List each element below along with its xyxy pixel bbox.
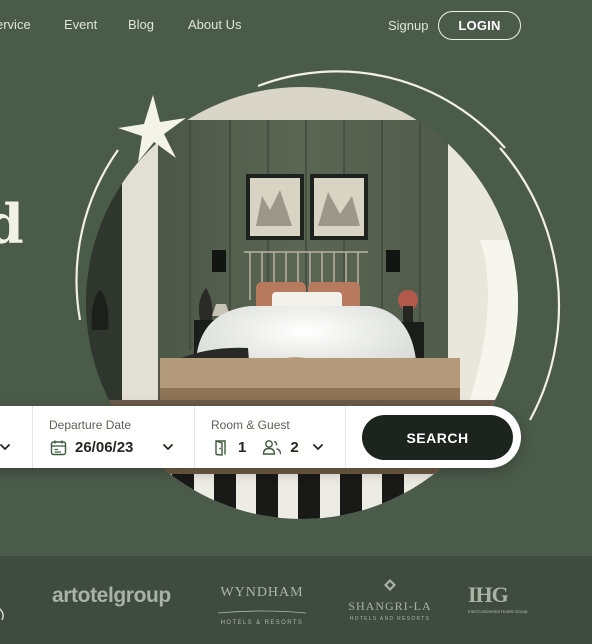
departure-date-value: 26/06/23	[75, 439, 134, 456]
field-divider	[32, 406, 33, 468]
wyndham-name: WYNDHAM	[220, 585, 304, 600]
hero-section: ervice Event Blog About Us Signup LOGIN …	[0, 0, 592, 556]
shangri-la-tagline: HOTELS AND RESORTS	[349, 616, 431, 622]
wyndham-swoosh-icon	[217, 610, 307, 614]
departure-date-label: Departure Date	[49, 418, 132, 432]
rooms-count: 1	[238, 439, 247, 456]
search-button[interactable]: SEARCH	[362, 415, 513, 460]
partner-logos: artotelgroup WYNDHAM HOTELS & RESORTS SH…	[0, 556, 592, 644]
room-guest-label: Room & Guest	[211, 418, 290, 432]
departure-date-field[interactable]: 26/06/23	[50, 439, 133, 456]
shangri-la-emblem-icon	[384, 579, 396, 591]
guests-count: 2	[290, 439, 299, 456]
ihg-tagline: InterContinental Hotels Group	[468, 609, 528, 614]
door-icon	[215, 440, 226, 456]
field-divider	[194, 406, 195, 468]
shangri-la-name: SHANGRI-LA	[348, 599, 432, 613]
room-guest-field[interactable]: 1 2	[214, 439, 299, 456]
chevron-down-icon[interactable]	[311, 440, 325, 454]
booking-search-bar: Departure Date 26/06/23 Room & Guest 1 2…	[0, 406, 521, 468]
chevron-down-icon[interactable]	[161, 440, 175, 454]
field-divider	[345, 406, 346, 468]
shangri-la-logo: SHANGRI-LA HOTELS AND RESORTS	[348, 578, 432, 622]
wyndham-logo: WYNDHAM HOTELS & RESORTS	[216, 585, 308, 626]
ihg-logo: IHG InterContinental Hotels Group	[468, 582, 528, 614]
decorative-arc	[0, 608, 4, 621]
wyndham-tagline: HOTELS & RESORTS	[220, 620, 304, 626]
guests-icon	[263, 440, 282, 455]
bedroom-photo	[75, 70, 561, 519]
artotelgroup-logo: artotelgroup	[52, 584, 171, 607]
ihg-name: IHG	[468, 582, 509, 607]
chevron-down-icon[interactable]	[0, 440, 12, 454]
calendar-icon	[50, 440, 67, 456]
